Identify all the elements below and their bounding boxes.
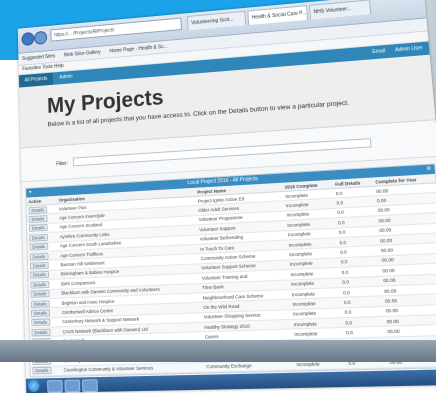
details-button[interactable]: Details	[28, 205, 48, 214]
ie-taskbar-icon[interactable]	[47, 379, 63, 393]
browser-window: https://... /Projects/AllProjects Volunt…	[17, 0, 436, 393]
collapse-icon[interactable]: ▾	[29, 188, 32, 197]
explorer-taskbar-icon[interactable]	[64, 379, 81, 393]
filter-input[interactable]	[72, 138, 372, 167]
favorite-web-slice[interactable]: Web Slice Gallery	[64, 50, 101, 59]
email-link[interactable]: Email	[372, 48, 386, 55]
gear-icon[interactable]: ⚙	[426, 165, 432, 175]
details-button[interactable]: Details	[31, 318, 51, 327]
tab-health-social-care[interactable]: Health & Social Care P...	[247, 5, 309, 26]
action-cell: Details	[30, 365, 62, 377]
details-button[interactable]: Details	[32, 367, 52, 375]
details-button[interactable]: Details	[29, 261, 49, 270]
details-button[interactable]: Details	[29, 233, 48, 242]
tab-volunteering[interactable]: Volunteering Scot...	[187, 10, 247, 31]
details-button[interactable]: Details	[29, 243, 49, 251]
details-button[interactable]: Details	[28, 224, 48, 233]
details-button[interactable]: Details	[30, 299, 50, 308]
monitor-bezel-bottom	[0, 340, 436, 362]
details-button[interactable]: Details	[31, 328, 51, 337]
start-button-icon[interactable]	[27, 379, 40, 393]
nav-admin[interactable]: Admin	[54, 70, 79, 84]
details-button[interactable]: Details	[30, 309, 50, 318]
filter-label: Filter:	[56, 160, 68, 168]
tab-nhs[interactable]: NHS Volunteer...	[308, 0, 372, 20]
details-button[interactable]: Details	[28, 215, 48, 224]
favorite-suggested-sites[interactable]: Suggested Sites	[22, 53, 55, 61]
details-button[interactable]: Details	[30, 271, 49, 280]
details-button[interactable]: Details	[30, 290, 50, 299]
details-button[interactable]: Details	[30, 280, 50, 289]
favorite-home-page[interactable]: Home Page - Health & Sc...	[109, 44, 167, 55]
details-button[interactable]: Details	[29, 252, 49, 261]
table-cell: Cramlington Community & Volunteer Servic…	[61, 362, 205, 376]
back-icon[interactable]	[21, 31, 35, 47]
user-menu[interactable]: Admin User	[395, 45, 423, 53]
forward-icon[interactable]	[34, 30, 48, 45]
panel-title: Local Project 2016 - All Projects	[187, 175, 259, 187]
media-taskbar-icon[interactable]	[81, 379, 98, 393]
